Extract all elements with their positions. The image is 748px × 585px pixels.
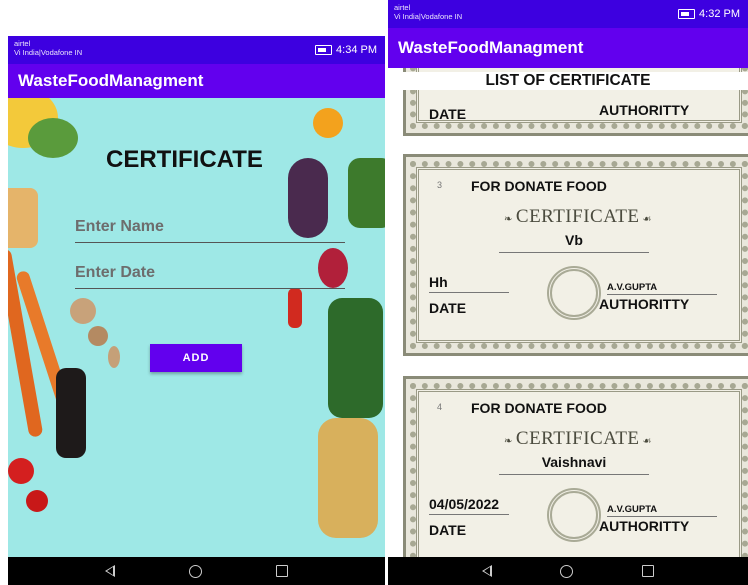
certificate-authority-label: AUTHORITTY xyxy=(599,518,690,534)
flourish-icon: ❧ xyxy=(504,436,513,447)
certificate-date-value: Hh xyxy=(429,274,448,290)
certificate-signatory: A.V.GUPTA xyxy=(607,282,658,293)
signature-underline xyxy=(607,294,717,295)
certificate-list[interactable]: LIST OF CERTIFICATE DATE AUTHORITTY 3 FO… xyxy=(388,68,748,557)
nav-back-icon[interactable] xyxy=(105,565,115,577)
app-title: WasteFoodManagment xyxy=(398,38,584,57)
navigation-bar xyxy=(8,557,385,585)
status-time: 4:32 PM xyxy=(699,8,740,20)
vegetable-decoration-icon xyxy=(328,298,383,418)
date-input[interactable]: Enter Date xyxy=(75,264,345,289)
name-underline xyxy=(499,474,649,475)
certificate-subtitle: ❧ CERTIFICATE ☙ xyxy=(501,206,655,228)
certificate-authority-label: AUTHORITTY xyxy=(599,296,690,312)
certificate-recipient-name: Vb xyxy=(565,232,583,248)
form-container: CERTIFICATE Enter Name Enter Date ADD xyxy=(8,98,385,557)
certificate-header: FOR DONATE FOOD xyxy=(471,400,607,416)
certificate-card[interactable]: 3 FOR DONATE FOOD ❧ CERTIFICATE ☙ Vb Hh DA… xyxy=(403,154,748,356)
carrier-info: airtel Vi India|Vodafone IN xyxy=(394,3,462,21)
battery-icon xyxy=(678,9,696,19)
certificate-number: 3 xyxy=(437,180,443,190)
nav-back-icon[interactable] xyxy=(482,565,493,577)
carrier-name: airtel xyxy=(14,39,31,48)
certificate-card[interactable]: 4 FOR DONATE FOOD ❧ CERTIFICATE ☙ Vaishnav… xyxy=(403,376,748,557)
nav-home-icon[interactable] xyxy=(189,564,202,578)
vegetable-decoration-icon xyxy=(56,368,86,458)
status-time: 4:34 PM xyxy=(336,44,377,56)
certificate-date-label: DATE xyxy=(429,300,467,316)
page-title: CERTIFICATE xyxy=(106,146,263,173)
carrier-name: airtel xyxy=(394,3,411,12)
vegetable-decoration-icon xyxy=(88,326,108,346)
vegetable-decoration-icon xyxy=(8,188,38,248)
vegetable-decoration-icon xyxy=(70,298,96,324)
name-underline xyxy=(499,252,649,253)
vegetable-decoration-icon xyxy=(28,118,78,158)
vegetable-decoration-icon xyxy=(318,418,378,538)
carrier-info: airtel Vi India|Vodafone IN xyxy=(14,39,82,57)
nav-recent-icon[interactable] xyxy=(641,565,654,577)
nav-recent-icon[interactable] xyxy=(276,565,288,577)
date-underline xyxy=(429,514,509,515)
certificate-subtitle-text: CERTIFICATE xyxy=(515,206,640,227)
app-bar: WasteFoodManagment xyxy=(8,64,385,98)
certificate-signatory: A.V.GUPTA xyxy=(607,504,658,515)
vegetable-decoration-icon xyxy=(108,346,120,368)
date-underline xyxy=(429,292,509,293)
flourish-icon: ☙ xyxy=(642,436,652,447)
phone-screen-certificate-list: airtel Vi India|Vodafone IN 4:32 PM Wast… xyxy=(388,0,748,585)
status-bar: airtel Vi India|Vodafone IN 4:34 PM xyxy=(8,36,385,64)
flourish-icon: ☙ xyxy=(642,214,652,225)
certificate-frame: 4 FOR DONATE FOOD ❧ CERTIFICATE ☙ Vaishnav… xyxy=(410,383,748,557)
vegetable-decoration-icon xyxy=(288,288,302,328)
seal-icon xyxy=(547,488,601,542)
signature-underline xyxy=(607,516,717,517)
vegetable-decoration-icon xyxy=(8,458,34,484)
status-icons: 4:34 PM xyxy=(315,44,377,56)
certificate-header: FOR DONATE FOOD xyxy=(471,178,607,194)
certificate-frame: 3 FOR DONATE FOOD ❧ CERTIFICATE ☙ Vb Hh DA… xyxy=(410,161,748,349)
carrier-name-secondary: Vi India|Vodafone IN xyxy=(14,48,83,57)
status-bar: airtel Vi India|Vodafone IN 4:32 PM xyxy=(388,0,748,28)
phone-screen-add-certificate: airtel Vi India|Vodafone IN 4:34 PM Wast… xyxy=(8,36,385,585)
list-heading: LIST OF CERTIFICATE xyxy=(388,72,748,90)
carrier-name-secondary: Vi India|Vodafone IN xyxy=(394,12,463,21)
status-icons: 4:32 PM xyxy=(678,8,740,20)
name-input[interactable]: Enter Name xyxy=(75,218,345,243)
flourish-icon: ❧ xyxy=(504,214,513,225)
certificate-number: 4 xyxy=(437,402,443,412)
nav-home-icon[interactable] xyxy=(560,564,574,578)
app-title: WasteFoodManagment xyxy=(18,71,204,90)
certificate-subtitle: ❧ CERTIFICATE ☙ xyxy=(501,428,655,450)
certificate-subtitle-text: CERTIFICATE xyxy=(515,428,640,449)
certificate-authority-label: AUTHORITTY xyxy=(599,102,690,118)
certificate-date-label: DATE xyxy=(429,106,467,122)
battery-icon xyxy=(315,45,333,55)
add-button[interactable]: ADD xyxy=(150,344,242,372)
certificate-date-label: DATE xyxy=(429,522,467,538)
navigation-bar xyxy=(388,557,748,585)
app-bar: WasteFoodManagment xyxy=(388,28,748,68)
seal-icon xyxy=(547,266,601,320)
certificate-recipient-name: Vaishnavi xyxy=(541,454,607,470)
vegetable-decoration-icon xyxy=(26,490,48,512)
vegetable-decoration-icon xyxy=(348,158,385,228)
vegetable-decoration-icon xyxy=(313,108,343,138)
certificate-date-value: 04/05/2022 xyxy=(429,496,500,512)
